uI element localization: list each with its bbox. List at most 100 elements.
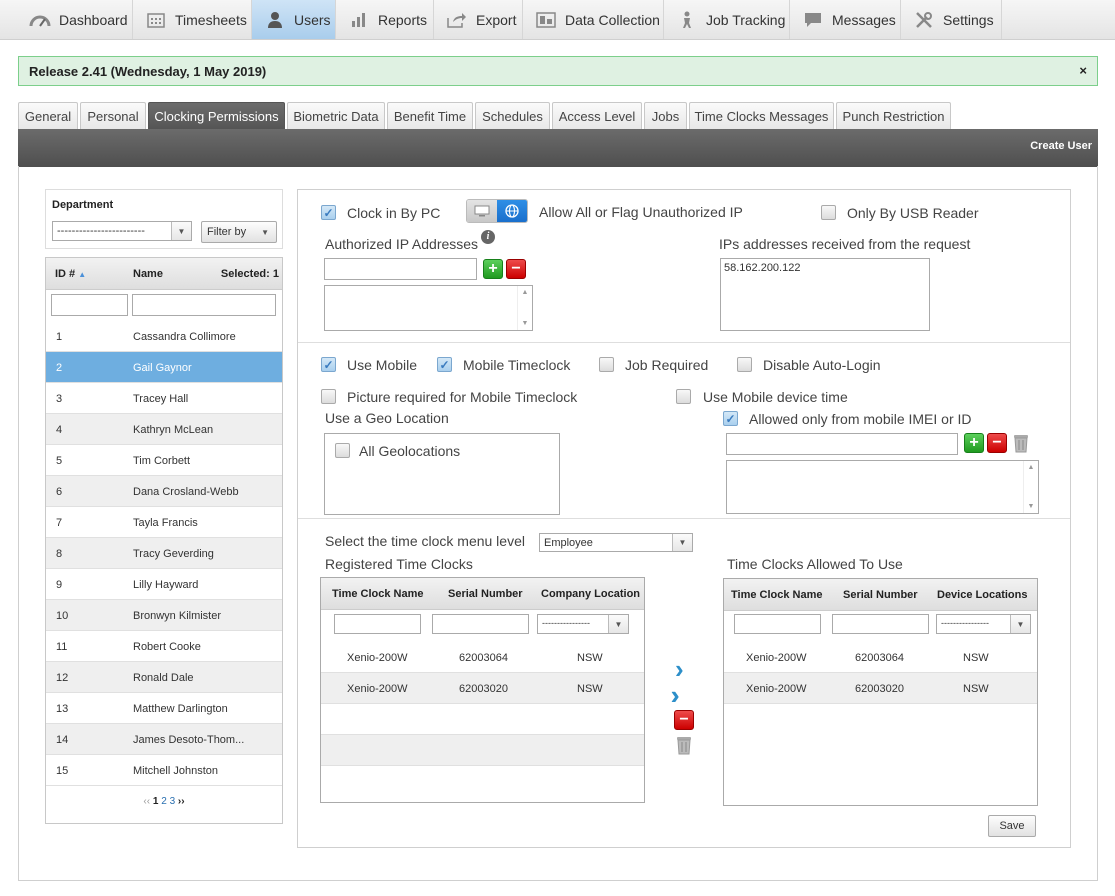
col-id-header[interactable]: ID # ▲ (55, 268, 86, 280)
user-name: Matthew Darlington (133, 703, 228, 715)
all-geolocations-label: All Geolocations (359, 443, 461, 459)
chevron-down-icon: ▼ (171, 222, 191, 240)
tab-time-clocks-messages[interactable]: Time Clocks Messages (689, 102, 834, 129)
authorized-ip-list[interactable]: ▲ ▼ (324, 285, 533, 331)
device-location-filter-select[interactable]: ---------------- ▼ (936, 614, 1031, 634)
table-row[interactable]: Xenio-200W 62003064 NSW (321, 642, 644, 673)
serial-filter[interactable] (432, 614, 529, 634)
tab-access-level[interactable]: Access Level (552, 102, 642, 129)
job-required-checkbox[interactable] (599, 357, 614, 372)
table-row[interactable]: Xenio-200W 62003020 NSW (724, 673, 1037, 704)
nav-messages[interactable]: Messages (790, 0, 901, 39)
create-user-button[interactable]: Create User (1030, 140, 1092, 152)
info-icon[interactable]: i (481, 230, 495, 244)
serial-filter[interactable] (832, 614, 929, 634)
table-row[interactable]: 11 Robert Cooke (46, 631, 282, 662)
col-header[interactable]: Device Locations (937, 589, 1027, 601)
name-filter-input[interactable] (132, 294, 276, 316)
pager-page-2[interactable]: 2 (161, 796, 167, 807)
nav-export[interactable]: Export (434, 0, 523, 39)
ip-mode-toggle[interactable] (466, 199, 528, 223)
close-icon[interactable]: × (1079, 63, 1087, 78)
col-name-header[interactable]: Name (133, 268, 163, 280)
all-geolocations-checkbox[interactable] (335, 443, 350, 458)
table-row[interactable]: 4 Kathryn McLean (46, 414, 282, 445)
add-imei-button[interactable]: + (964, 433, 984, 453)
picture-required-checkbox[interactable] (321, 389, 336, 404)
table-row[interactable]: 15 Mitchell Johnston (46, 755, 282, 786)
remove-clock-button[interactable]: − (674, 710, 694, 730)
usb-only-checkbox[interactable] (821, 205, 836, 220)
move-right-icon[interactable]: › (675, 656, 684, 682)
tab-personal[interactable]: Personal (80, 102, 146, 129)
clock-name-filter[interactable] (734, 614, 821, 634)
clock-in-pc-checkbox[interactable]: ✓ (321, 205, 336, 220)
location-filter-select[interactable]: ---------------- ▼ (537, 614, 629, 634)
imei-only-label: Allowed only from mobile IMEI or ID (749, 411, 972, 427)
table-row[interactable]: 13 Matthew Darlington (46, 693, 282, 724)
col-header[interactable]: Time Clock Name (731, 589, 823, 601)
col-header[interactable]: Serial Number (448, 588, 523, 600)
table-row[interactable]: 6 Dana Crosland-Webb (46, 476, 282, 507)
table-row[interactable]: Xenio-200W 62003020 NSW (321, 673, 644, 704)
table-row[interactable]: 2 Gail Gaynor (46, 352, 282, 383)
tab-benefit-time[interactable]: Benefit Time (387, 102, 473, 129)
table-row[interactable]: 14 James Desoto-Thom... (46, 724, 282, 755)
col-header[interactable]: Company Location (541, 588, 640, 600)
cell: Xenio-200W (746, 652, 807, 664)
table-row[interactable]: 5 Tim Corbett (46, 445, 282, 476)
save-button[interactable]: Save (988, 815, 1036, 837)
filter-by-button[interactable]: Filter by ▼ (201, 221, 277, 243)
col-header[interactable]: Serial Number (843, 589, 918, 601)
pager-page-1[interactable]: 1 (153, 796, 159, 807)
disable-autologin-checkbox[interactable] (737, 357, 752, 372)
tab-clocking-permissions[interactable]: Clocking Permissions (148, 102, 285, 129)
remove-imei-button[interactable]: − (987, 433, 1007, 453)
imei-input[interactable] (726, 433, 958, 455)
pager-prev[interactable]: ‹‹ (143, 796, 150, 807)
nav-settings[interactable]: Settings (901, 0, 1002, 39)
grid-header: Time Clock Name Serial Number Device Loc… (724, 579, 1037, 611)
tab-general[interactable]: General (18, 102, 78, 129)
tab-punch-restriction[interactable]: Punch Restriction (836, 102, 951, 129)
table-row[interactable]: 10 Bronwyn Kilmister (46, 600, 282, 631)
sort-up-icon: ▲ (78, 270, 87, 279)
imei-list[interactable]: ▲ ▼ (726, 460, 1039, 514)
imei-only-checkbox[interactable]: ✓ (723, 411, 738, 426)
scrollbar[interactable]: ▲ ▼ (517, 286, 532, 330)
department-select[interactable]: ------------------------ ▼ (52, 221, 192, 241)
table-row[interactable]: 9 Lilly Hayward (46, 569, 282, 600)
globe-icon (497, 200, 527, 222)
mobile-timeclock-checkbox[interactable]: ✓ (437, 357, 452, 372)
nav-data-collection[interactable]: Data Collection (523, 0, 664, 39)
tab-schedules[interactable]: Schedules (475, 102, 550, 129)
table-row[interactable]: 12 Ronald Dale (46, 662, 282, 693)
add-ip-button[interactable]: + (483, 259, 503, 279)
scrollbar[interactable]: ▲ ▼ (1023, 461, 1038, 513)
remove-ip-button[interactable]: − (506, 259, 526, 279)
tab-jobs[interactable]: Jobs (644, 102, 687, 129)
table-row[interactable]: 7 Tayla Francis (46, 507, 282, 538)
menu-level-select[interactable]: Employee ▼ (539, 533, 693, 552)
nav-users[interactable]: Users (252, 0, 336, 39)
authorized-ip-input[interactable] (324, 258, 477, 280)
clock-name-filter[interactable] (334, 614, 421, 634)
pager-next[interactable]: ›› (178, 796, 185, 807)
use-mobile-time-checkbox[interactable] (676, 389, 691, 404)
use-mobile-checkbox[interactable]: ✓ (321, 357, 336, 372)
nav-job-tracking[interactable]: Job Tracking (664, 0, 790, 39)
tab-biometric-data[interactable]: Biometric Data (287, 102, 385, 129)
geo-location-label: Use a Geo Location (325, 410, 449, 426)
pager-page-3[interactable]: 3 (170, 796, 176, 807)
col-header[interactable]: Time Clock Name (332, 588, 424, 600)
table-row[interactable]: 8 Tracy Geverding (46, 538, 282, 569)
nav-timesheets[interactable]: Timesheets (133, 0, 252, 39)
nav-dashboard[interactable]: Dashboard (17, 0, 133, 39)
trash-icon[interactable] (676, 735, 692, 755)
trash-icon[interactable] (1013, 433, 1029, 453)
table-row[interactable]: 3 Tracey Hall (46, 383, 282, 414)
id-filter-input[interactable] (51, 294, 128, 316)
table-row[interactable]: Xenio-200W 62003064 NSW (724, 642, 1037, 673)
nav-reports[interactable]: Reports (336, 0, 434, 39)
table-row[interactable]: 1 Cassandra Collimore (46, 321, 282, 352)
